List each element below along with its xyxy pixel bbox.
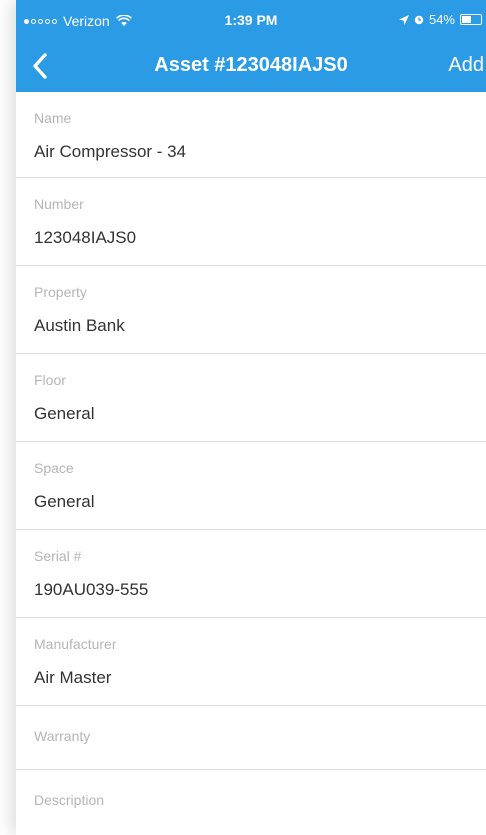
field-serial[interactable]: Serial # 190AU039-555 <box>16 530 486 618</box>
field-label: Number <box>34 196 84 212</box>
asset-field-list: Name Air Compressor - 34 Number 123048IAJS0… <box>16 92 486 835</box>
page-title: Asset #123048IAJS0 <box>154 54 348 76</box>
chevron-left-icon <box>33 53 47 79</box>
field-label: Serial # <box>34 548 82 564</box>
status-right: 54% <box>398 12 482 27</box>
field-value: 190AU039-555 <box>34 580 149 599</box>
field-value: Air Master <box>34 668 112 687</box>
battery-icon <box>460 14 482 25</box>
location-arrow-icon <box>398 14 409 25</box>
field-name[interactable]: Name Air Compressor - 34 <box>16 92 486 178</box>
field-label: Manufacturer <box>34 636 117 652</box>
screen: Verizon 1:39 PM 54% Asset #123048IAJS0 A… <box>0 0 486 835</box>
battery-percent: 54% <box>428 12 455 27</box>
asset-detail-view: Verizon 1:39 PM 54% Asset #123048IAJS0 A… <box>16 0 486 835</box>
field-manufacturer[interactable]: Manufacturer Air Master <box>16 618 486 706</box>
field-number[interactable]: Number 123048IAJS0 <box>16 178 486 266</box>
top-bar: Verizon 1:39 PM 54% Asset #123048IAJS0 A… <box>16 0 486 92</box>
add-button[interactable]: Add <box>448 54 484 77</box>
field-label: Floor <box>34 372 66 388</box>
field-label: Warranty <box>34 728 91 744</box>
field-property[interactable]: Property Austin Bank <box>16 266 486 354</box>
back-button[interactable] <box>22 48 58 84</box>
field-label: Space <box>34 460 74 476</box>
field-value: General <box>34 404 95 423</box>
field-value: 123048IAJS0 <box>34 228 137 247</box>
field-space[interactable]: Space General <box>16 442 486 530</box>
battery-level <box>462 16 471 23</box>
field-floor[interactable]: Floor General <box>16 354 486 442</box>
field-value: Austin Bank <box>34 316 125 335</box>
navigation-bar: Asset #123048IAJS0 Add <box>16 40 486 92</box>
status-bar: Verizon 1:39 PM 54% <box>16 0 486 40</box>
field-description[interactable]: Description <box>16 770 486 835</box>
field-label: Name <box>34 110 72 126</box>
field-label: Description <box>34 792 105 808</box>
field-label: Property <box>34 284 87 300</box>
field-warranty[interactable]: Warranty <box>16 706 486 770</box>
field-value: General <box>34 492 95 511</box>
alarm-icon <box>414 15 424 24</box>
field-value: Air Compressor - 34 <box>34 142 187 161</box>
